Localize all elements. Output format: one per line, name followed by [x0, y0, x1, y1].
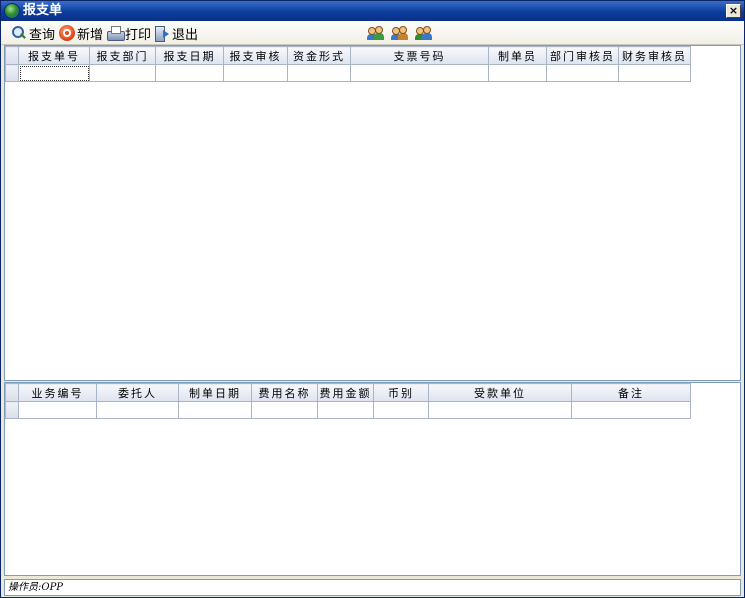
- column-header[interactable]: 费用金额: [317, 383, 374, 402]
- column-header[interactable]: 备注: [571, 383, 691, 402]
- column-header[interactable]: 受款单位: [428, 383, 572, 402]
- printer-icon: [107, 25, 125, 41]
- table-cell[interactable]: [373, 401, 429, 419]
- query-button-label: 查询: [29, 27, 56, 43]
- table-cell[interactable]: [428, 401, 572, 419]
- table-cell[interactable]: [155, 64, 224, 82]
- report-detail-grid[interactable]: 业务编号 委托人 制单日期 费用名称 费用金额 币别 受款单位 备注: [4, 382, 741, 576]
- column-header[interactable]: 报支日期: [155, 46, 224, 65]
- add-button[interactable]: 新增: [59, 24, 104, 43]
- print-button[interactable]: 打印: [107, 24, 152, 43]
- column-header[interactable]: 费用名称: [251, 383, 318, 402]
- users-icon[interactable]: [391, 25, 409, 41]
- table-cell[interactable]: [251, 401, 318, 419]
- report-header-grid[interactable]: 报支单号 报支部门 报支日期 报支审核 资金形式 支票号码 制单员 部门审核员 …: [4, 45, 741, 381]
- table-header-row: 业务编号 委托人 制单日期 费用名称 费用金额 币别 受款单位 备注: [5, 383, 691, 402]
- app-globe-icon: [4, 3, 20, 19]
- exit-button[interactable]: 退出: [154, 24, 199, 43]
- column-header[interactable]: 财务审核员: [618, 46, 691, 65]
- title-bar[interactable]: 报支单 ×: [1, 1, 744, 21]
- query-button[interactable]: 查询: [11, 24, 56, 43]
- table-cell[interactable]: [546, 64, 619, 82]
- table-header-row: 报支单号 报支部门 报支日期 报支审核 资金形式 支票号码 制单员 部门审核员 …: [5, 46, 691, 65]
- exit-button-label: 退出: [172, 27, 199, 43]
- row-indicator[interactable]: [5, 64, 19, 82]
- table-row[interactable]: [5, 401, 691, 419]
- row-indicator-header: [5, 383, 19, 402]
- search-icon: [11, 25, 27, 41]
- table-cell[interactable]: [89, 64, 156, 82]
- add-icon: [59, 25, 75, 41]
- table-row[interactable]: [5, 64, 691, 82]
- window-title: 报支单: [23, 3, 63, 18]
- exit-door-icon: [154, 25, 170, 42]
- table-cell[interactable]: [18, 401, 97, 419]
- row-indicator[interactable]: [5, 401, 19, 419]
- column-header[interactable]: 制单日期: [178, 383, 252, 402]
- table-cell[interactable]: [178, 401, 252, 419]
- toolbar: 查询 新增 打印 退出: [1, 21, 744, 45]
- column-header[interactable]: 业务编号: [18, 383, 97, 402]
- column-header[interactable]: 委托人: [96, 383, 179, 402]
- close-button[interactable]: ×: [726, 4, 741, 18]
- column-header[interactable]: 报支审核: [223, 46, 288, 65]
- column-header[interactable]: 资金形式: [287, 46, 351, 65]
- report-header-table: 报支单号 报支部门 报支日期 报支审核 资金形式 支票号码 制单员 部门审核员 …: [5, 46, 691, 82]
- report-detail-table: 业务编号 委托人 制单日期 费用名称 费用金额 币别 受款单位 备注: [5, 383, 691, 419]
- users-icon[interactable]: [415, 25, 433, 41]
- column-header[interactable]: 币别: [373, 383, 429, 402]
- column-header[interactable]: 部门审核员: [546, 46, 619, 65]
- table-cell[interactable]: [223, 64, 288, 82]
- row-indicator-header: [5, 46, 19, 65]
- table-cell[interactable]: [18, 64, 90, 82]
- column-header[interactable]: 报支部门: [89, 46, 156, 65]
- table-cell[interactable]: [618, 64, 691, 82]
- table-cell[interactable]: [96, 401, 179, 419]
- table-cell[interactable]: [287, 64, 351, 82]
- print-button-label: 打印: [125, 27, 152, 43]
- column-header[interactable]: 支票号码: [350, 46, 489, 65]
- column-header[interactable]: 制单员: [488, 46, 547, 65]
- report-form-window: 报支单 × 查询 新增 打印 退出 报支单号 报支部门 报支日期 报支审核 资金…: [0, 0, 745, 598]
- table-cell[interactable]: [317, 401, 374, 419]
- add-button-label: 新增: [77, 27, 104, 43]
- table-cell[interactable]: [350, 64, 489, 82]
- table-cell[interactable]: [488, 64, 547, 82]
- users-icon[interactable]: [367, 25, 385, 41]
- column-header[interactable]: 报支单号: [18, 46, 90, 65]
- table-cell[interactable]: [571, 401, 691, 419]
- status-bar: 操作员:OPP: [4, 579, 741, 596]
